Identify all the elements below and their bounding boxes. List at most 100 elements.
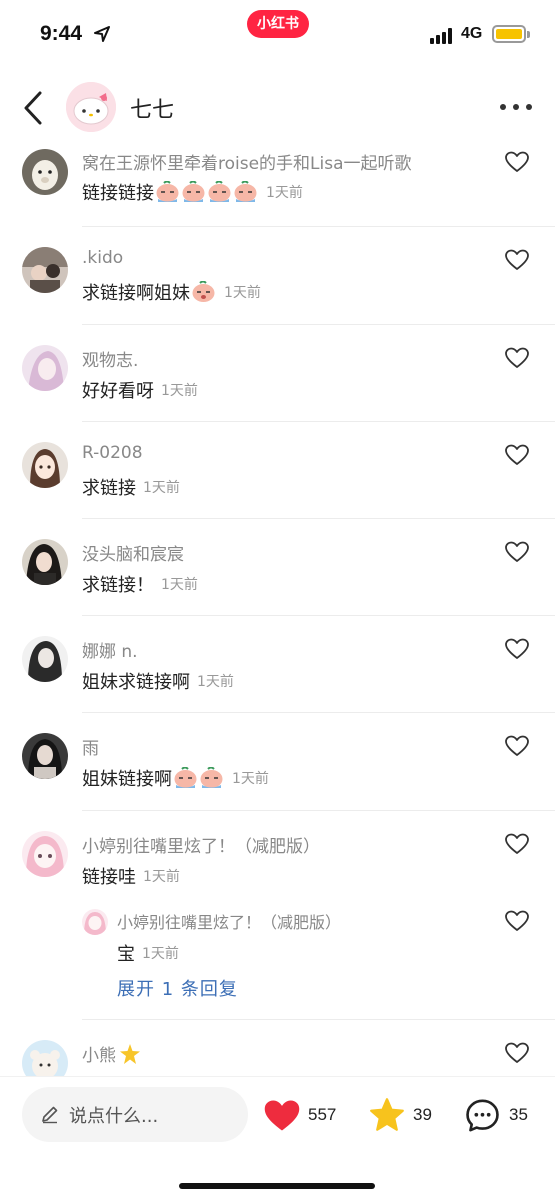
comment-text: 好好看呀: [82, 381, 154, 402]
signal-icon: [430, 28, 454, 44]
sparkle-star-icon: [120, 1043, 140, 1064]
comment-item: 小熊: [0, 1020, 555, 1076]
comment-body: 求链接啊姐妹 1天前: [82, 279, 261, 305]
comment-username[interactable]: 没头脑和宸宸: [82, 540, 184, 565]
comment-time: 1天前: [143, 869, 180, 885]
comment-input[interactable]: 说点什么...: [22, 1087, 248, 1142]
comment-text: 姐妹链接啊: [82, 769, 172, 790]
comment-avatar[interactable]: [22, 539, 68, 585]
chat-bubble-icon: [466, 1099, 499, 1131]
crying-emoji-icon: [182, 181, 205, 202]
comment-username[interactable]: 雨: [82, 734, 99, 759]
like-heart-icon[interactable]: [505, 735, 529, 757]
comment-item: 小婷别往嘴里炫了！（减肥版） 链接哇 1天前 小婷别往嘴里炫了！（减肥版） 宝 …: [0, 811, 555, 1020]
comment-avatar[interactable]: [22, 831, 68, 877]
comment-time: 1天前: [232, 771, 269, 787]
reply-avatar[interactable]: [82, 909, 108, 935]
comment-username[interactable]: 小熊: [82, 1041, 141, 1066]
app-badge: 小红书: [247, 10, 309, 38]
comment-time: 1天前: [266, 185, 303, 201]
more-options-icon[interactable]: [498, 102, 534, 112]
comment-username[interactable]: R-0208: [82, 443, 143, 463]
like-heart-icon[interactable]: [505, 541, 529, 563]
comment-item: 窝在王源怀里牵着roise的手和Lisa一起听歌 链接链接 1天前: [0, 145, 555, 227]
reply-body: 宝 1天前: [117, 940, 179, 966]
comment-input-placeholder: 说点什么...: [69, 1106, 159, 1127]
comment-body: 求链接！ 1天前: [82, 571, 198, 597]
battery-icon: [492, 25, 526, 43]
comment-time: 1天前: [197, 674, 234, 690]
like-heart-icon[interactable]: [505, 249, 529, 271]
comment-body: 好好看呀 1天前: [82, 377, 198, 403]
comment-body: 姐妹链接啊 1天前: [82, 765, 269, 791]
like-count: 557: [308, 1105, 337, 1124]
comment-username[interactable]: .kido: [82, 248, 123, 268]
author-avatar[interactable]: [66, 82, 116, 132]
comment-avatar[interactable]: [22, 345, 68, 391]
expand-replies-link[interactable]: 展开 1 条回复: [117, 975, 238, 1001]
crying-emoji-icon: [208, 181, 231, 202]
crying-emoji-icon: [174, 767, 197, 788]
crying-emoji-icon: [234, 181, 257, 202]
emoji-run: [173, 767, 225, 789]
like-heart-icon[interactable]: [505, 444, 529, 466]
comment-username-text: 小熊: [82, 1046, 116, 1066]
comment-text: 求链接！: [82, 575, 154, 596]
comment-username[interactable]: 观物志.: [82, 346, 138, 371]
like-button[interactable]: 557: [264, 1095, 336, 1135]
emoji-run: [155, 181, 259, 203]
pencil-icon: [42, 1106, 58, 1124]
status-time: 9:44: [40, 22, 83, 45]
page-title: 七七: [130, 98, 175, 123]
battery-cap: [527, 31, 530, 38]
collect-count: 39: [413, 1105, 432, 1124]
collect-button[interactable]: 39: [369, 1095, 432, 1135]
status-bar: 9:44 小红书 4G: [0, 0, 555, 70]
comment-text: 链接链接: [82, 183, 154, 204]
bottom-bar: 说点什么... 557 39 35: [0, 1076, 555, 1200]
comment-text: 求链接啊姐妹: [82, 283, 190, 304]
comment-body: 姐妹求链接啊 1天前: [82, 668, 234, 694]
comment-count: 35: [509, 1105, 528, 1124]
comment-text: 链接哇: [82, 867, 136, 888]
comment-avatar[interactable]: [22, 1040, 68, 1076]
reply-username[interactable]: 小婷别往嘴里炫了！（减肥版）: [117, 909, 341, 933]
comment-username[interactable]: 娜娜 n.: [82, 637, 138, 662]
comment-time: 1天前: [143, 480, 180, 496]
emoji-run: [191, 281, 217, 303]
location-arrow-icon: [94, 26, 110, 42]
like-heart-icon[interactable]: [505, 833, 529, 855]
heart-filled-icon: [264, 1100, 300, 1130]
comment-avatar[interactable]: [22, 636, 68, 682]
comment-time: 1天前: [161, 383, 198, 399]
reply-time: 1天前: [142, 946, 179, 962]
like-heart-icon[interactable]: [505, 1042, 529, 1064]
crying-emoji-icon: [156, 181, 179, 202]
comment-avatar[interactable]: [22, 247, 68, 293]
comment-item: 雨 姐妹链接啊 1天前: [0, 713, 555, 811]
comment-body: 求链接 1天前: [82, 474, 180, 500]
comment-avatar[interactable]: [22, 149, 68, 195]
comment-avatar[interactable]: [22, 442, 68, 488]
comment-text: 姐妹求链接啊: [82, 672, 190, 693]
comment-avatar[interactable]: [22, 733, 68, 779]
reply-text: 宝: [117, 944, 135, 965]
crying-emoji-icon: [192, 281, 215, 302]
comment-item: .kido 求链接啊姐妹 1天前: [0, 227, 555, 325]
comment-item: 娜娜 n. 姐妹求链接啊 1天前: [0, 616, 555, 713]
like-heart-icon[interactable]: [505, 638, 529, 660]
comment-username[interactable]: 窝在王源怀里牵着roise的手和Lisa一起听歌: [82, 149, 412, 174]
comment-time: 1天前: [224, 285, 261, 301]
comment-body: 链接哇 1天前: [82, 863, 180, 889]
like-heart-icon[interactable]: [505, 151, 529, 173]
back-arrow-icon[interactable]: [20, 90, 48, 126]
reply-like-heart-icon[interactable]: [505, 910, 529, 932]
like-heart-icon[interactable]: [505, 347, 529, 369]
network-type: 4G: [461, 25, 483, 42]
comment-button[interactable]: 35: [464, 1095, 528, 1135]
comment-username[interactable]: 小婷别往嘴里炫了！（减肥版）: [82, 832, 320, 857]
comment-item: 观物志. 好好看呀 1天前: [0, 325, 555, 422]
crying-emoji-icon: [200, 767, 223, 788]
header: 七七: [0, 70, 555, 145]
comment-item: R-0208 求链接 1天前: [0, 422, 555, 519]
